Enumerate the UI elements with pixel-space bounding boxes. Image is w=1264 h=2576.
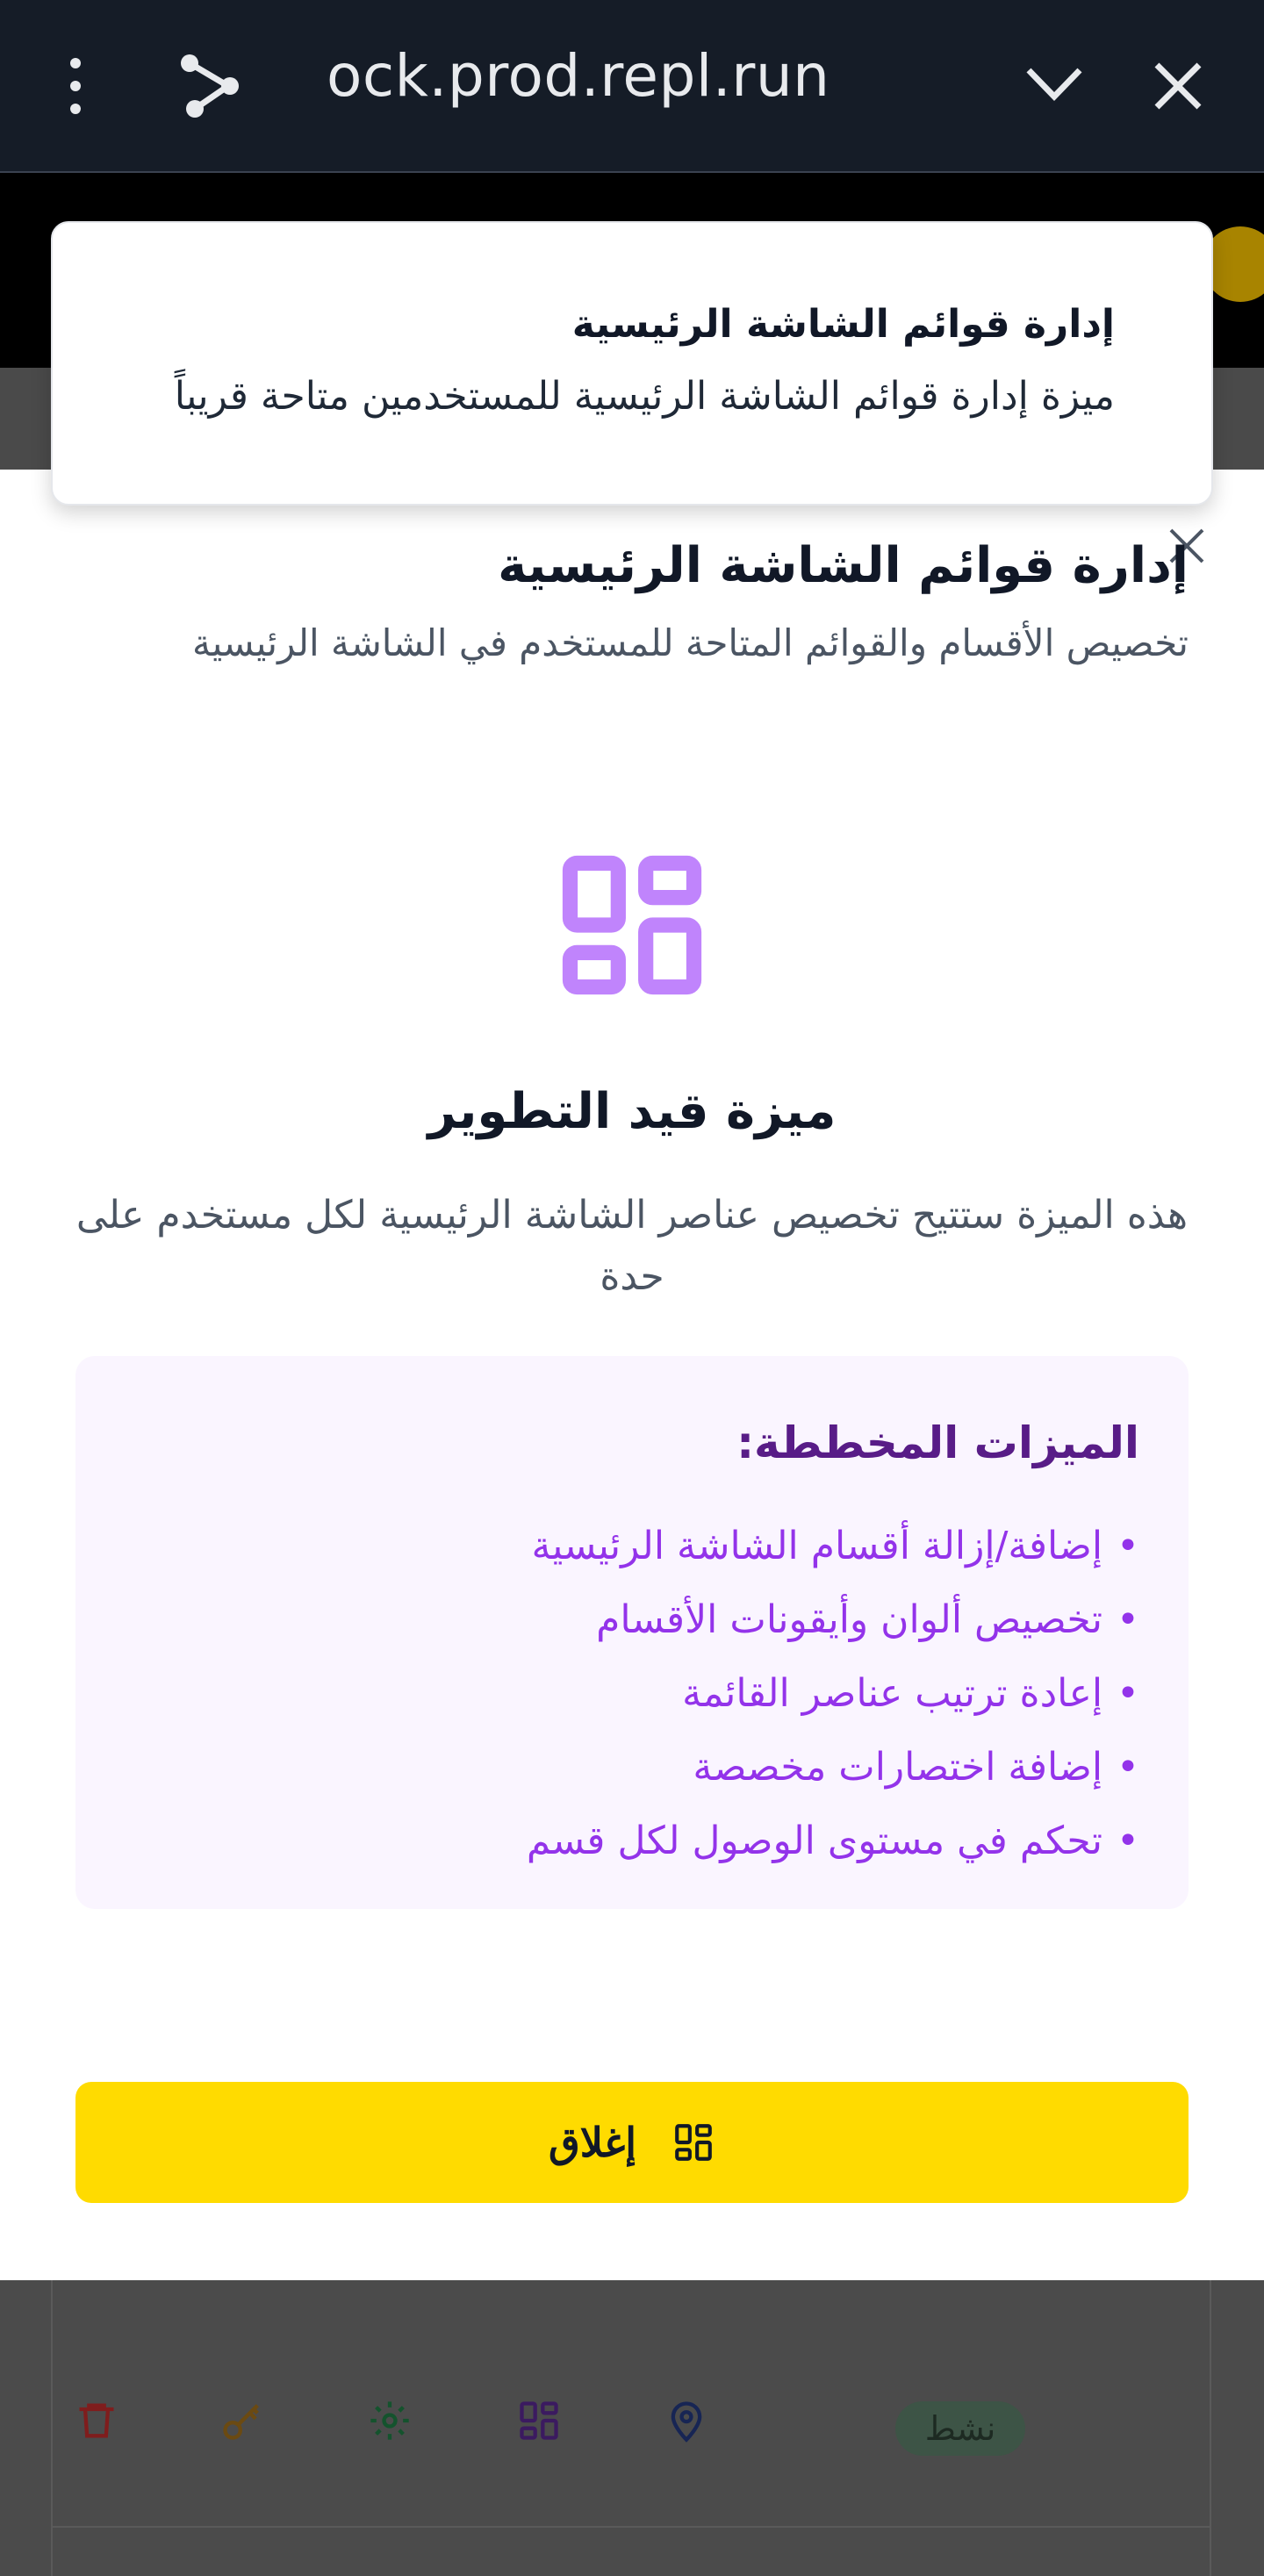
planned-features-list: •إضافة/إزالة أقسام الشاشة الرئيسية •تخصي… <box>527 1510 1139 1878</box>
list-item: •تخصيص ألوان وأيقونات الأقسام <box>596 1597 1139 1642</box>
list-item: •تحكم في مستوى الوصول لكل قسم <box>526 1819 1139 1863</box>
chevron-down-icon[interactable] <box>1023 61 1085 105</box>
map-pin-icon[interactable] <box>664 2398 709 2443</box>
under-development-title: ميزة قيد التطوير <box>427 1083 837 1140</box>
list-item: •إعادة ترتيب عناصر القائمة <box>682 1671 1139 1716</box>
trash-icon[interactable] <box>74 2398 119 2443</box>
layout-grid-icon[interactable] <box>516 2398 562 2443</box>
modal-title: إدارة قوائم الشاشة الرئيسية <box>498 537 1189 594</box>
browser-toolbar: ock.prod.repl.run <box>0 0 1264 173</box>
under-development-description: هذه الميزة ستتيح تخصيص عناصر الشاشة الرئ… <box>75 1193 1189 1299</box>
more-vert-icon[interactable] <box>63 54 88 118</box>
layout-grid-icon <box>675 2124 712 2161</box>
close-icon[interactable] <box>1152 60 1204 112</box>
url-bar-text[interactable]: ock.prod.repl.run <box>327 42 830 110</box>
close-button-label: إغلاق <box>549 2120 636 2165</box>
list-item: •إضافة/إزالة أقسام الشاشة الرئيسية <box>531 1524 1140 1568</box>
status-badge: نشط <box>895 2401 1025 2456</box>
settings-icon[interactable] <box>367 2398 413 2443</box>
key-icon[interactable] <box>219 2398 265 2443</box>
layout-grid-icon <box>562 855 702 995</box>
share-icon[interactable] <box>176 51 246 121</box>
toast-message: ميزة إدارة قوائم الشاشة الرئيسية للمستخد… <box>174 374 1115 419</box>
card-divider <box>53 2526 1210 2528</box>
planned-features-title: الميزات المخططة: <box>736 1417 1139 1468</box>
modal-subtitle: تخصيص الأقسام والقوائم المتاحة للمستخدم … <box>192 621 1189 664</box>
toast-notification[interactable]: إدارة قوائم الشاشة الرئيسية ميزة إدارة ق… <box>51 221 1213 506</box>
toast-title: إدارة قوائم الشاشة الرئيسية <box>571 302 1115 347</box>
planned-features-box: الميزات المخططة: •إضافة/إزالة أقسام الشا… <box>75 1356 1189 1909</box>
list-item: •إضافة اختصارات مخصصة <box>693 1745 1139 1790</box>
close-button[interactable]: إغلاق <box>75 2082 1189 2203</box>
